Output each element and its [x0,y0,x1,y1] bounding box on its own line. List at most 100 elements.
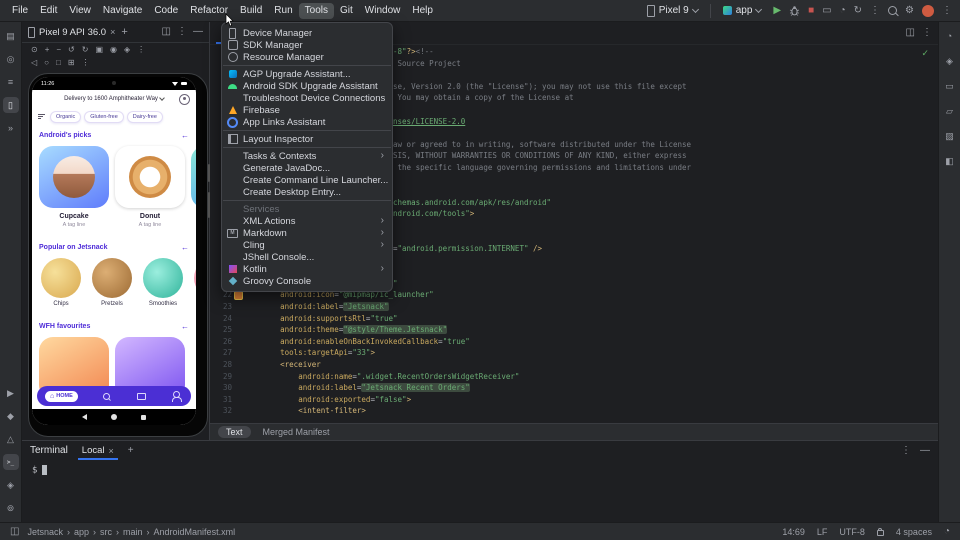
breadcrumb-main[interactable]: main [123,527,143,537]
snack-circle-smoothies[interactable]: Smoothies [142,258,184,307]
menu-item-xml-actions[interactable]: XML Actions› [222,215,392,227]
inspection-ok-icon[interactable]: ✓ [921,48,929,59]
run-config-selector[interactable]: app [719,3,766,18]
menu-edit[interactable]: Edit [34,3,63,19]
menu-item-android-sdk-upgrade-assistant[interactable]: Android SDK Upgrade Assistant [222,80,392,92]
close-icon[interactable]: × [110,27,115,37]
menu-item-generate-javadoc[interactable]: Generate JavaDoc... [222,162,392,174]
kebab-menu-icon[interactable]: ⋮ [901,446,911,456]
menu-item-device-manager[interactable]: Device Manager [222,27,392,39]
nav-search-button[interactable] [101,393,113,400]
nav-home-button[interactable]: ⌂ HOME [45,391,78,402]
apps-icon[interactable]: ⊞ [68,58,75,67]
nav-profile-button[interactable] [171,394,183,398]
menu-item-kotlin[interactable]: Kotlin› [222,263,392,275]
section-arrow-icon[interactable]: ← [181,243,189,252]
menu-item-firebase[interactable]: Firebase [222,104,392,116]
view-tab-merged-manifest[interactable]: Merged Manifest [255,426,338,438]
section-arrow-icon[interactable]: ← [181,322,189,331]
menu-item-app-links-assistant[interactable]: App Links Assistant [222,116,392,128]
snack-circle-chips[interactable]: Chips [40,258,82,307]
back-icon[interactable]: ◁ [31,58,37,67]
new-terminal-icon[interactable]: + [128,446,134,456]
tool-stripe-gradle[interactable]: ◈ [942,53,958,69]
snack-card-donut[interactable]: DonutA tag line [115,146,185,228]
tool-stripe-layout-inspector[interactable]: ◧ [942,153,958,169]
close-icon[interactable]: × [109,446,114,456]
tool-stripe-git[interactable]: ◈ [3,477,19,493]
device-tab-label[interactable]: Pixel 9 API 36.0 [39,27,106,38]
device-selector[interactable]: Pixel 9 [643,3,702,19]
home-button[interactable] [111,414,117,420]
debug-bug-icon[interactable] [789,5,800,16]
menu-help[interactable]: Help [406,3,439,19]
tool-stripe-running-devices[interactable]: ▯ [3,97,19,113]
breadcrumb-androidmanifest-xml[interactable]: AndroidManifest.xml [154,527,236,537]
breadcrumb-jetsnack[interactable]: Jetsnack [27,527,63,537]
kebab-icon[interactable]: ⋮ [137,45,145,54]
terminal-tab-local[interactable]: Local × [78,441,118,460]
menu-run[interactable]: Run [268,3,298,19]
tool-windows-icon[interactable]: ◫ [10,527,19,537]
menu-item-tasks-contexts[interactable]: Tasks & Contexts› [222,150,392,162]
filter-icon[interactable] [38,114,45,119]
menu-item-layout-inspector[interactable]: Layout Inspector [222,133,392,145]
phone-screen[interactable]: 11:26 Delivery to 1600 Amphitheater Way … [32,77,196,425]
menu-item-create-desktop-entry[interactable]: Create Desktop Entry... [222,186,392,198]
menu-item-resource-manager[interactable]: Resource Manager [222,51,392,63]
tool-stripe-emulator[interactable]: ▱ [942,103,958,119]
volume-down-icon[interactable]: − [56,45,61,54]
tool-stripe-debug[interactable]: ◆ [3,408,19,424]
avatar[interactable] [922,5,934,17]
chip-gluten-free[interactable]: Gluten-free [84,111,124,123]
kebab-menu-icon[interactable]: ⋮ [177,27,187,37]
overview-icon[interactable]: □ [56,58,61,67]
minimize-icon[interactable]: — [920,446,930,456]
file-encoding[interactable]: UTF-8 [839,527,865,537]
menu-code[interactable]: Code [148,3,184,19]
recents-button[interactable] [141,415,146,420]
tool-stripe-notifications[interactable]: ◔ [942,28,958,44]
menu-item-sdk-manager[interactable]: SDK Manager [222,39,392,51]
tool-stripe-more[interactable]: » [3,120,19,136]
chip-dairy-free[interactable]: Dairy-free [127,111,163,123]
delivery-bar[interactable]: Delivery to 1600 Amphitheater Way [32,90,196,107]
kebab-menu-icon[interactable]: ⋮ [922,28,932,38]
rotate-left-icon[interactable]: ↺ [68,45,75,54]
kebab-icon[interactable]: ⋮ [82,58,90,67]
home-icon[interactable]: ○ [44,58,49,67]
tool-stripe-project[interactable]: ▤ [3,28,19,44]
volume-up-icon[interactable]: + [45,45,50,54]
tool-stripe-build[interactable]: ⊚ [3,500,19,516]
menu-item-markdown[interactable]: MMarkdown› [222,227,392,239]
caret-position[interactable]: 14:69 [782,527,805,537]
breadcrumb-app[interactable]: app [74,527,89,537]
menu-item-agp-upgrade-assistant[interactable]: AGP Upgrade Assistant... [222,68,392,80]
split-editor-icon[interactable]: ◫ [906,28,915,38]
menu-item-groovy-console[interactable]: Groovy Console [222,275,392,287]
menu-file[interactable]: File [6,3,34,19]
indent-style[interactable]: 4 spaces [896,527,932,537]
tool-stripe-structure[interactable]: ≡ [3,74,19,90]
profile-avatar-icon[interactable] [179,94,190,105]
menu-item-troubleshoot-device-connections[interactable]: Troubleshoot Device Connections [222,92,392,104]
rotate-right-icon[interactable]: ↻ [82,45,89,54]
breadcrumb-src[interactable]: src [100,527,112,537]
run-button[interactable]: ▶ [773,6,781,16]
minimize-icon[interactable]: — [193,27,203,37]
menu-view[interactable]: View [63,3,97,19]
notifications-icon[interactable]: ◔ [944,527,950,537]
back-button[interactable] [82,414,87,420]
menu-item-create-command-line-launcher[interactable]: Create Command Line Launcher... [222,174,392,186]
tool-stripe-terminal[interactable]: >_ [3,454,19,470]
tool-stripe-device-manager[interactable]: ▭ [942,78,958,94]
menu-tools[interactable]: Tools [299,3,334,19]
snack-card-cupcake[interactable]: CupcakeA tag line [39,146,109,228]
menu-git[interactable]: Git [334,3,359,19]
settings-gear-icon[interactable]: ⚙ [905,6,914,16]
screenshot-icon[interactable]: ▣ [95,45,103,54]
kebab-menu-icon[interactable]: ⋮ [942,6,952,16]
tool-stripe-run[interactable]: ▶ [3,385,19,401]
sync-icon[interactable]: ↻ [854,6,862,16]
terminal-output[interactable]: $ [22,460,938,481]
